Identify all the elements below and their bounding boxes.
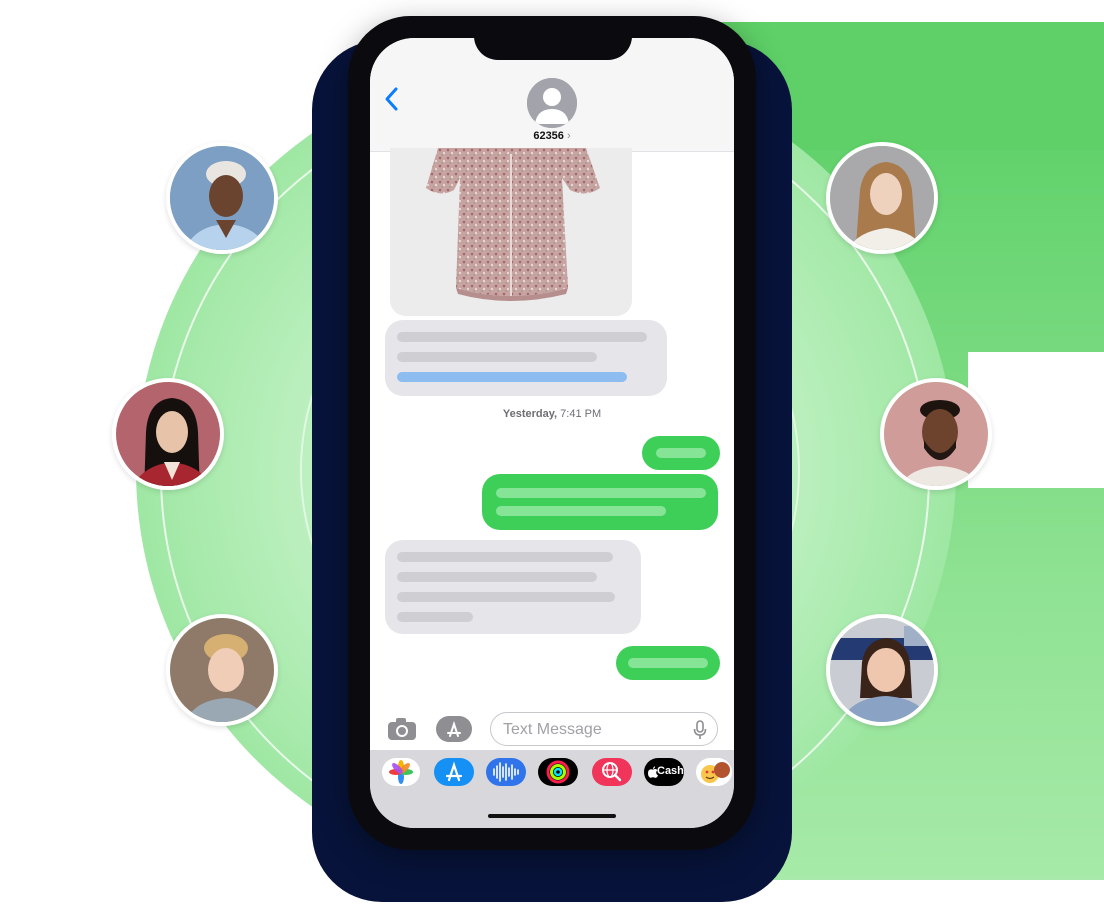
activity-rings-icon [546, 760, 570, 784]
chevron-right-icon: › [566, 130, 571, 142]
contact-name-text: 62356 [533, 130, 564, 142]
incoming-message-bubble[interactable] [385, 540, 641, 634]
incoming-message-bubble[interactable] [385, 320, 667, 396]
avatar-woman-smiling [826, 142, 938, 254]
message-input-field[interactable] [490, 712, 718, 746]
message-input[interactable] [503, 719, 683, 741]
memoji-stickers-button[interactable] [696, 758, 732, 786]
outgoing-message-bubble[interactable] [616, 646, 720, 680]
avatar-woman-short-hair [166, 142, 278, 254]
message-link-placeholder [397, 372, 627, 382]
audio-message-button[interactable] [486, 758, 526, 786]
outgoing-message-bubble[interactable] [482, 474, 718, 530]
message-text-placeholder [496, 506, 666, 516]
app-store-icon [445, 761, 463, 782]
avatar-woman-curvy [826, 614, 938, 726]
message-text-placeholder [656, 448, 706, 458]
contact-avatar[interactable] [527, 78, 577, 128]
timestamp-day: Yesterday, [502, 408, 558, 420]
timestamp-time: 7:41 PM [557, 408, 602, 420]
messages-screen: 62356 › Yesterday, 7:41 PM Text Message … [370, 38, 734, 828]
microphone-icon[interactable] [693, 720, 707, 740]
avatar-woman-long-hair [112, 378, 224, 490]
message-timestamp: Yesterday, 7:41 PM [370, 408, 734, 420]
contact-name[interactable]: 62356 › [370, 130, 734, 142]
globe-search-icon [602, 762, 622, 782]
app-store-tray-button[interactable] [434, 758, 474, 786]
back-button[interactable] [382, 86, 406, 114]
app-store-icon [447, 720, 461, 737]
outgoing-message-bubble[interactable] [642, 436, 720, 470]
camera-button[interactable] [386, 716, 418, 742]
apple-cash-label: Cash [657, 765, 684, 777]
message-text-placeholder [496, 488, 706, 498]
fitness-app-button[interactable] [538, 758, 578, 786]
message-text-placeholder [397, 572, 597, 582]
search-images-button[interactable] [592, 758, 632, 786]
product-image-shirt[interactable] [390, 148, 632, 316]
message-composer [370, 710, 734, 754]
floral-shirt-image [390, 148, 632, 316]
camera-icon [388, 718, 416, 740]
avatar-man-blonde [166, 614, 278, 726]
message-text-placeholder [397, 592, 615, 602]
app-store-button[interactable] [436, 716, 472, 742]
home-indicator [488, 814, 616, 818]
photos-icon [389, 760, 413, 784]
avatar-man-beard [880, 378, 992, 490]
message-text-placeholder [397, 552, 613, 562]
person-silhouette-icon [527, 78, 577, 128]
hero-illustration: 62356 › Yesterday, 7:41 PM Text Message … [0, 0, 1104, 920]
chevron-left-icon [385, 87, 398, 111]
message-text-placeholder [397, 352, 597, 362]
waveform-icon [493, 762, 519, 782]
apple-cash-button[interactable]: Cash [644, 758, 684, 786]
phone-notch [474, 16, 632, 60]
emoji-stickers-icon [701, 762, 730, 783]
message-text-placeholder [397, 612, 473, 622]
message-text-placeholder [628, 658, 708, 668]
message-text-placeholder [397, 332, 647, 342]
photos-app-button[interactable] [382, 758, 420, 786]
